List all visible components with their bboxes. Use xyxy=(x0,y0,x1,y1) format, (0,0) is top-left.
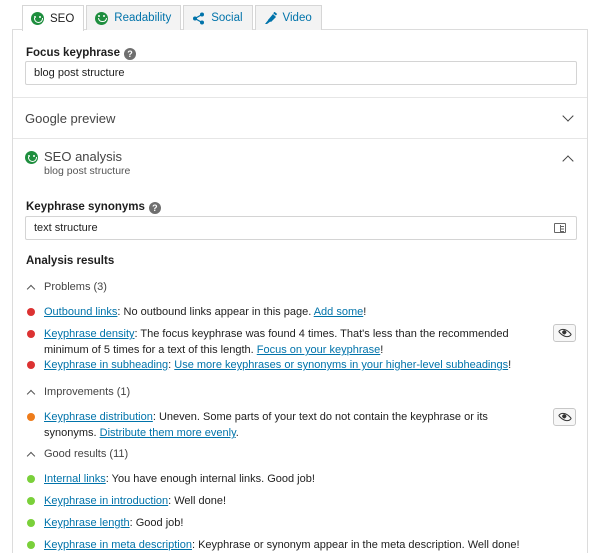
result-item: Keyphrase length: Good job! xyxy=(26,515,556,531)
keyphrase-distribution-link[interactable]: Keyphrase distribution xyxy=(44,411,153,423)
problem-dot-icon xyxy=(27,361,35,369)
internal-links-link[interactable]: Internal links xyxy=(44,473,106,485)
good-dot-icon xyxy=(27,497,35,505)
tab-readability[interactable]: Readability xyxy=(86,5,182,30)
tab-seo-label: SEO xyxy=(50,12,75,25)
smiley-icon xyxy=(25,151,38,164)
keyphrase-synonyms-value: text structure xyxy=(34,222,98,234)
video-icon xyxy=(264,11,277,25)
focus-keyphrase-label-row: Focus keyphrase? xyxy=(26,43,136,61)
chevron-up-icon xyxy=(26,389,36,398)
tab-video[interactable]: Video xyxy=(254,5,322,30)
result-item: Keyphrase in introduction: Well done! xyxy=(26,493,556,509)
tab-video-label: Video xyxy=(282,12,312,24)
keyphrase-in-subheading-link[interactable]: Keyphrase in subheading xyxy=(44,359,168,371)
keyphrase-in-introduction-link[interactable]: Keyphrase in introduction xyxy=(44,495,168,507)
result-item: Keyphrase in meta description: Keyphrase… xyxy=(26,537,556,553)
highlight-eye-button[interactable] xyxy=(553,324,576,342)
tab-readability-label: Readability xyxy=(114,12,172,24)
problems-header[interactable]: Problems (3) xyxy=(26,281,107,293)
result-text: : Good job! xyxy=(129,517,184,529)
focus-on-keyphrase-link[interactable]: Focus on your keyphrase xyxy=(257,344,381,356)
result-item: Keyphrase in subheading: Use more keyphr… xyxy=(26,357,556,373)
eye-icon xyxy=(557,409,572,425)
focus-keyphrase-input[interactable]: blog post structure xyxy=(25,61,577,85)
help-icon[interactable]: ? xyxy=(123,48,136,60)
good-dot-icon xyxy=(27,519,35,527)
seo-analysis-header[interactable]: SEO analysis blog post structure xyxy=(13,139,587,183)
focus-keyphrase-label: Focus keyphrase xyxy=(26,47,120,59)
result-item: Internal links: You have enough internal… xyxy=(26,471,556,487)
help-icon[interactable]: ? xyxy=(148,202,161,214)
focus-keyphrase-value: blog post structure xyxy=(34,67,125,79)
analysis-results-title: Analysis results xyxy=(26,255,115,267)
improvement-dot-icon xyxy=(27,413,35,421)
tab-seo[interactable]: SEO xyxy=(22,5,85,31)
chevron-up-icon xyxy=(562,155,574,167)
good-dot-icon xyxy=(27,541,35,549)
keyphrase-length-link[interactable]: Keyphrase length xyxy=(44,517,130,529)
chevron-up-icon xyxy=(26,284,36,293)
result-text: : You have enough internal links. Good j… xyxy=(105,473,315,485)
use-more-keyphrases-link[interactable]: Use more keyphrases or synonyms in your … xyxy=(174,359,508,371)
keyphrase-density-link[interactable]: Keyphrase density xyxy=(44,328,135,340)
keyphrase-in-meta-description-link[interactable]: Keyphrase in meta description xyxy=(44,539,192,551)
good-results-label: Good results (11) xyxy=(44,448,129,460)
result-tail: ! xyxy=(363,306,367,318)
problem-dot-icon xyxy=(27,330,35,338)
result-text: : Well done! xyxy=(168,495,227,507)
seo-panel: Focus keyphrase? blog post structure Goo… xyxy=(12,29,588,553)
seo-analysis-title: SEO analysis xyxy=(44,149,123,164)
google-preview-header[interactable]: Google preview xyxy=(13,98,587,138)
keyphrase-synonyms-input[interactable]: text structure xyxy=(25,216,577,240)
good-dot-icon xyxy=(27,475,35,483)
keyphrase-synonyms-label-row: Keyphrase synonyms? xyxy=(26,197,161,215)
share-icon xyxy=(192,12,205,25)
outbound-links-link[interactable]: Outbound links xyxy=(44,306,117,318)
seo-analysis-subtitle: blog post structure xyxy=(44,165,131,177)
result-tail: ! xyxy=(508,359,512,371)
improvements-header[interactable]: Improvements (1) xyxy=(26,386,130,398)
tab-social-label: Social xyxy=(211,12,243,24)
result-text: : Keyphrase or synonym appear in the met… xyxy=(191,539,520,551)
keyphrase-synonyms-label: Keyphrase synonyms xyxy=(26,201,145,213)
chevron-down-icon xyxy=(562,110,574,122)
eye-icon xyxy=(557,325,572,341)
result-text: : No outbound links appear in this page. xyxy=(117,306,314,318)
chevron-up-icon xyxy=(26,451,36,460)
highlight-eye-button[interactable] xyxy=(553,408,576,426)
problems-label: Problems (3) xyxy=(44,281,107,293)
metabox-tabs: SEO Readability Social Video xyxy=(22,5,324,31)
result-item: Keyphrase distribution: Uneven. Some par… xyxy=(26,409,556,441)
good-results-header[interactable]: Good results (11) xyxy=(26,448,128,460)
tab-social[interactable]: Social xyxy=(183,5,253,30)
google-preview-title: Google preview xyxy=(25,111,116,126)
problem-dot-icon xyxy=(27,308,35,316)
result-tail: . xyxy=(235,427,239,439)
improvements-label: Improvements (1) xyxy=(44,386,131,398)
result-item: Outbound links: No outbound links appear… xyxy=(26,304,556,320)
smiley-icon xyxy=(95,11,109,25)
result-item: Keyphrase density: The focus keyphrase w… xyxy=(26,326,556,358)
distribute-evenly-link[interactable]: Distribute them more evenly xyxy=(100,427,236,439)
add-some-link[interactable]: Add some xyxy=(314,306,364,318)
smiley-icon xyxy=(31,12,44,25)
synonyms-list-icon xyxy=(554,223,566,233)
result-tail: ! xyxy=(380,344,384,356)
